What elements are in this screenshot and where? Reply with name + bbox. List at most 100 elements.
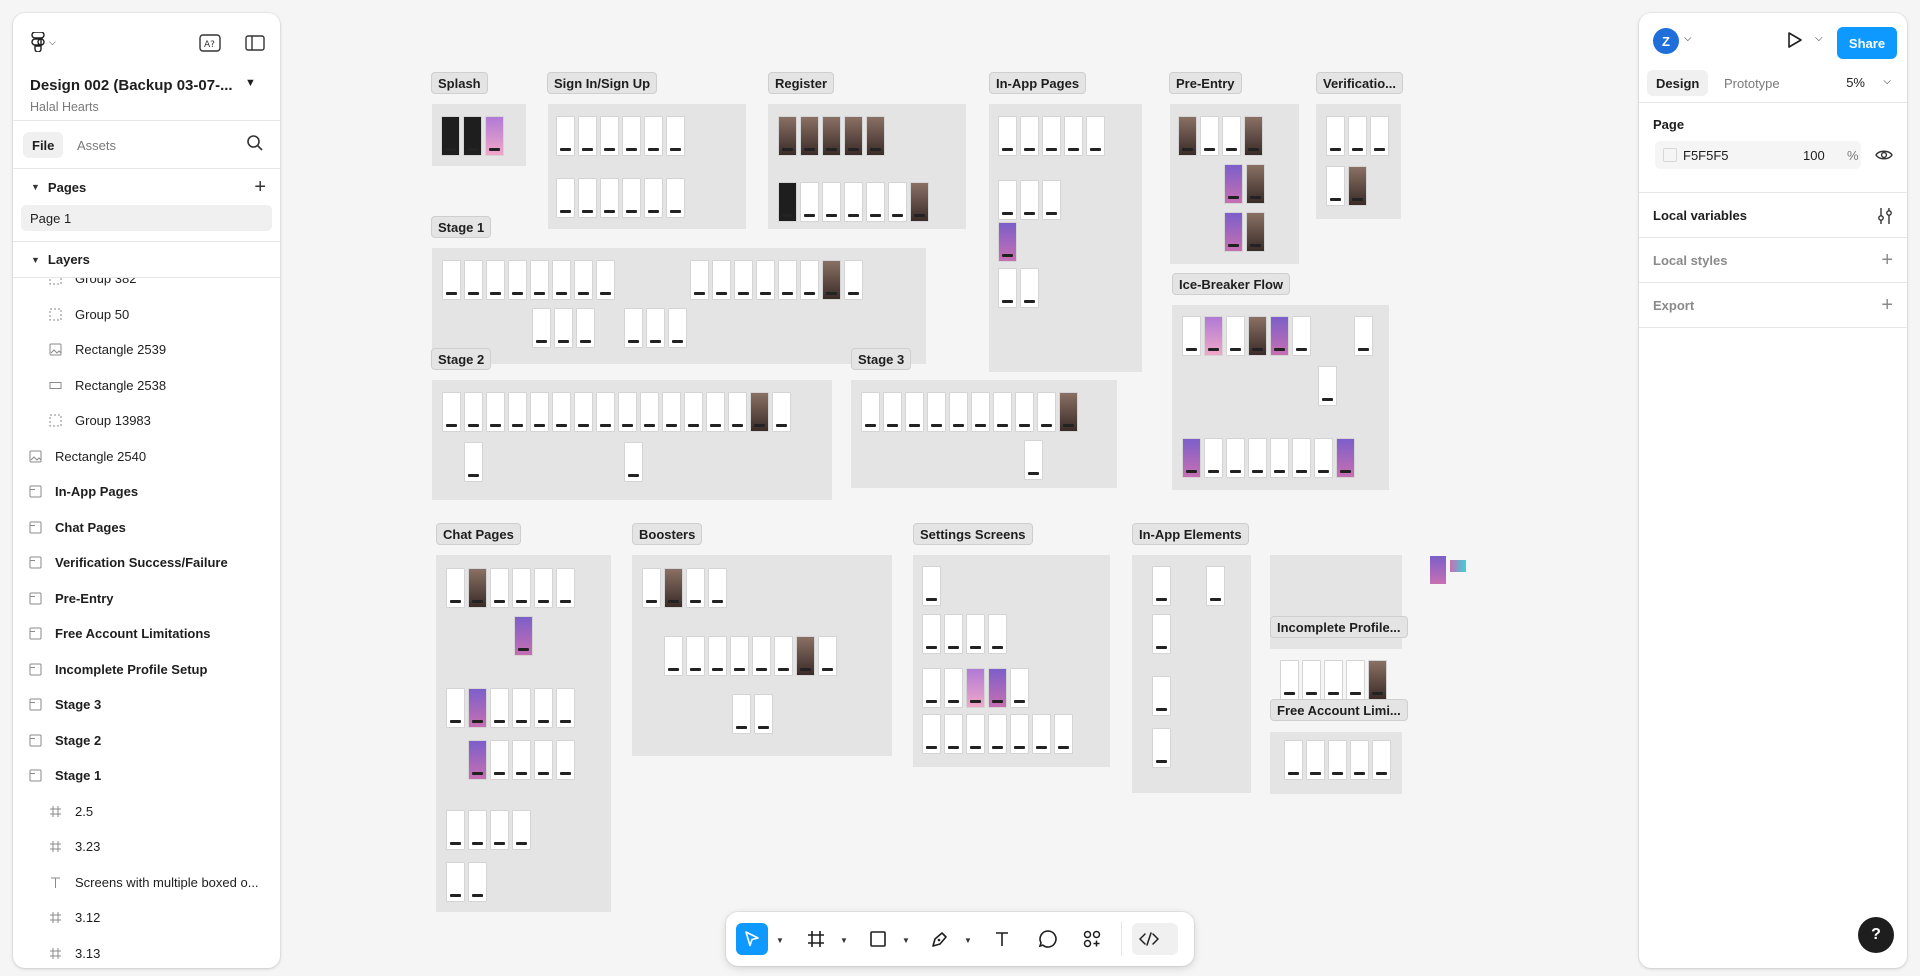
screen-thumbnail[interactable] bbox=[754, 694, 773, 734]
screen-thumbnails[interactable] bbox=[1354, 316, 1373, 356]
screen-thumbnail[interactable] bbox=[844, 260, 863, 300]
screen-thumbnail[interactable] bbox=[686, 568, 705, 608]
section-label[interactable]: Sign In/Sign Up bbox=[547, 72, 658, 94]
screen-thumbnails[interactable] bbox=[922, 668, 1029, 708]
screen-thumbnail[interactable] bbox=[1020, 268, 1039, 308]
screen-thumbnail[interactable] bbox=[1246, 164, 1265, 204]
screen-thumbnail[interactable] bbox=[1086, 116, 1105, 156]
screen-thumbnail[interactable] bbox=[734, 260, 753, 300]
gradient-swatch[interactable] bbox=[1430, 556, 1446, 584]
screen-thumbnail[interactable] bbox=[883, 392, 902, 432]
screen-thumbnail[interactable] bbox=[772, 392, 791, 432]
screen-thumbnails[interactable] bbox=[624, 442, 643, 482]
screen-thumbnails[interactable] bbox=[922, 714, 1073, 754]
section-label[interactable]: Register bbox=[768, 72, 835, 94]
screen-thumbnail[interactable] bbox=[686, 636, 705, 676]
screen-thumbnail[interactable] bbox=[1010, 714, 1029, 754]
screen-thumbnail[interactable] bbox=[944, 668, 963, 708]
screen-thumbnail[interactable] bbox=[1152, 676, 1171, 716]
screen-thumbnail[interactable] bbox=[552, 260, 571, 300]
screen-thumbnails[interactable] bbox=[514, 616, 533, 656]
text-tool[interactable] bbox=[986, 923, 1018, 955]
section-label[interactable]: Ice-Breaker Flow bbox=[1172, 273, 1291, 295]
screen-thumbnail[interactable] bbox=[944, 714, 963, 754]
screen-thumbnail[interactable] bbox=[1182, 316, 1201, 356]
dev-mode-toggle[interactable] bbox=[1132, 923, 1178, 955]
screen-thumbnail[interactable] bbox=[596, 260, 615, 300]
screen-thumbnail[interactable] bbox=[574, 392, 593, 432]
screen-thumbnail[interactable] bbox=[730, 636, 749, 676]
screen-thumbnails[interactable] bbox=[442, 260, 615, 300]
screen-thumbnails[interactable] bbox=[442, 392, 791, 432]
screen-thumbnail[interactable] bbox=[800, 182, 819, 222]
screen-thumbnail[interactable] bbox=[756, 260, 775, 300]
screen-thumbnail[interactable] bbox=[949, 392, 968, 432]
screen-thumbnails[interactable] bbox=[1178, 116, 1263, 156]
screen-thumbnail[interactable] bbox=[664, 636, 683, 676]
screen-thumbnails[interactable] bbox=[861, 392, 1078, 432]
screen-thumbnail[interactable] bbox=[796, 636, 815, 676]
screen-thumbnails[interactable] bbox=[468, 740, 575, 780]
screen-thumbnail[interactable] bbox=[800, 116, 819, 156]
screen-thumbnail[interactable] bbox=[1318, 366, 1337, 406]
screen-thumbnails[interactable] bbox=[1318, 366, 1337, 406]
screen-thumbnail[interactable] bbox=[552, 392, 571, 432]
screen-thumbnail[interactable] bbox=[446, 810, 465, 850]
screen-thumbnail[interactable] bbox=[530, 260, 549, 300]
screen-thumbnail[interactable] bbox=[818, 636, 837, 676]
screen-thumbnail[interactable] bbox=[464, 442, 483, 482]
screen-thumbnail[interactable] bbox=[618, 392, 637, 432]
screen-thumbnail[interactable] bbox=[534, 568, 553, 608]
screen-thumbnail[interactable] bbox=[556, 116, 575, 156]
screen-thumbnail[interactable] bbox=[712, 260, 731, 300]
screen-thumbnail[interactable] bbox=[441, 116, 460, 156]
shape-tool[interactable] bbox=[862, 923, 894, 955]
screen-thumbnail[interactable] bbox=[1204, 438, 1223, 478]
screen-thumbnail[interactable] bbox=[1248, 438, 1267, 478]
screen-thumbnail[interactable] bbox=[1368, 660, 1387, 700]
comment-tool[interactable] bbox=[1032, 923, 1064, 955]
chevron-down-icon[interactable]: ▼ bbox=[840, 936, 848, 945]
screen-thumbnail[interactable] bbox=[1306, 740, 1325, 780]
screen-thumbnail[interactable] bbox=[442, 392, 461, 432]
section-label[interactable]: In-App Elements bbox=[1132, 523, 1249, 545]
screen-thumbnail[interactable] bbox=[463, 116, 482, 156]
screen-thumbnail[interactable] bbox=[464, 260, 483, 300]
screen-thumbnail[interactable] bbox=[752, 636, 771, 676]
screen-thumbnail[interactable] bbox=[1042, 180, 1061, 220]
screen-thumbnail[interactable] bbox=[1222, 116, 1241, 156]
screen-thumbnail[interactable] bbox=[642, 568, 661, 608]
screen-thumbnails[interactable] bbox=[1224, 164, 1265, 204]
screen-thumbnail[interactable] bbox=[708, 568, 727, 608]
screen-thumbnail[interactable] bbox=[1152, 614, 1171, 654]
section-label[interactable]: Free Account Limi... bbox=[1270, 699, 1408, 721]
screen-thumbnail[interactable] bbox=[624, 308, 643, 348]
screen-thumbnail[interactable] bbox=[1226, 438, 1245, 478]
screen-thumbnail[interactable] bbox=[640, 392, 659, 432]
screen-thumbnail[interactable] bbox=[1292, 316, 1311, 356]
screen-thumbnail[interactable] bbox=[1302, 660, 1321, 700]
section-label[interactable]: Stage 3 bbox=[851, 348, 912, 370]
screen-thumbnail[interactable] bbox=[988, 614, 1007, 654]
canvas[interactable]: Splash Sign In/Sign Up Register In-App Page… bbox=[0, 0, 1920, 976]
screen-thumbnail[interactable] bbox=[1248, 316, 1267, 356]
screen-thumbnail[interactable] bbox=[684, 392, 703, 432]
screen-thumbnail[interactable] bbox=[888, 182, 907, 222]
screen-thumbnails[interactable] bbox=[446, 810, 531, 850]
screen-thumbnail[interactable] bbox=[664, 568, 683, 608]
screen-thumbnails[interactable] bbox=[1152, 728, 1171, 768]
screen-thumbnail[interactable] bbox=[750, 392, 769, 432]
screen-thumbnail[interactable] bbox=[600, 116, 619, 156]
screen-thumbnail[interactable] bbox=[1348, 116, 1367, 156]
screen-thumbnail[interactable] bbox=[1350, 740, 1369, 780]
pen-tool[interactable] bbox=[924, 923, 956, 955]
screen-thumbnails[interactable] bbox=[1024, 440, 1043, 480]
screen-thumbnail[interactable] bbox=[1206, 566, 1225, 606]
screen-thumbnail[interactable] bbox=[1314, 438, 1333, 478]
screen-thumbnail[interactable] bbox=[1246, 212, 1265, 252]
screen-thumbnails[interactable] bbox=[1152, 676, 1171, 716]
screen-thumbnail[interactable] bbox=[1224, 212, 1243, 252]
screen-thumbnail[interactable] bbox=[1324, 660, 1343, 700]
screen-thumbnail[interactable] bbox=[732, 694, 751, 734]
actions-tool[interactable] bbox=[1076, 923, 1108, 955]
